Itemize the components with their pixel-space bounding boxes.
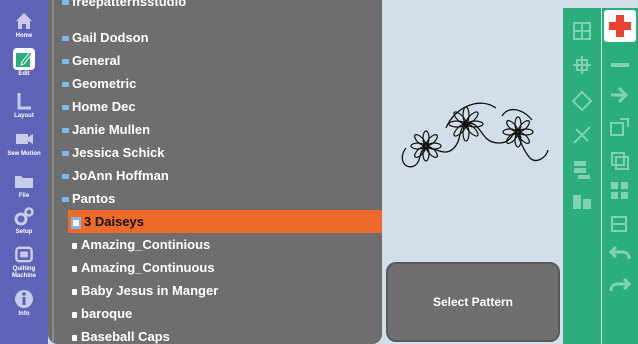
line-tool-button[interactable] <box>607 52 633 78</box>
list-item[interactable]: Amazing_Continious <box>72 233 210 256</box>
list-item[interactable]: Jessica Schick <box>62 141 165 164</box>
nav-setup-label: Setup <box>15 229 33 235</box>
resize-icon <box>610 118 629 136</box>
move-right-button[interactable] <box>607 82 633 108</box>
file-marker-icon <box>72 242 77 249</box>
folder-marker-icon <box>62 151 69 157</box>
list-item[interactable]: freepatternsstudio <box>62 0 186 13</box>
cross-align-icon <box>573 56 591 74</box>
undo-button[interactable] <box>607 240 633 266</box>
daisy-flower-1 <box>410 130 442 162</box>
machine-icon <box>15 246 33 263</box>
nav-quilting-machine-button[interactable]: Quilting Machine <box>4 244 44 280</box>
left-nav: Home Edit Layout Sew Motion File Setup Q… <box>0 0 48 344</box>
grid-resize-tool-button[interactable] <box>607 178 633 204</box>
tool-column-left <box>563 8 601 344</box>
folder-marker-icon <box>62 0 69 6</box>
folder-marker-icon <box>62 174 69 180</box>
nav-file-button[interactable]: File <box>4 170 44 206</box>
nav-layout-label: Layout <box>14 113 34 119</box>
blocks-tool-button[interactable] <box>569 188 595 214</box>
folder-marker-icon <box>62 36 69 42</box>
diamond-tool-icon <box>571 90 593 112</box>
diamond-tool-button[interactable] <box>569 88 595 114</box>
file-marker-icon <box>72 288 77 295</box>
list-item[interactable]: General <box>62 49 120 72</box>
folder-marker-icon <box>62 128 69 134</box>
daisy-flower-2 <box>448 106 484 142</box>
folder-marker-icon <box>62 59 69 65</box>
nav-sew-motion-button[interactable]: Sew Motion <box>4 128 44 164</box>
list-item[interactable]: baroque <box>72 302 132 325</box>
layers-tool-button[interactable] <box>607 212 633 238</box>
list-item[interactable]: Geometric <box>62 72 136 95</box>
redo-icon <box>609 277 632 292</box>
file-marker-icon <box>72 311 77 318</box>
select-pattern-label: Select Pattern <box>432 295 514 309</box>
list-item[interactable]: Gail Dodson <box>62 26 149 49</box>
nav-edit-button[interactable]: Edit <box>4 48 44 84</box>
daisy-pattern-image <box>401 102 549 168</box>
daisy-flower-3 <box>502 116 534 148</box>
layout-icon <box>17 93 31 110</box>
list-item[interactable]: Amazing_Continuous <box>72 256 215 279</box>
nav-sew-motion-label: Sew Motion <box>7 151 41 157</box>
repeat-stack-icon <box>574 161 590 179</box>
info-icon <box>15 290 33 308</box>
nav-info-button[interactable]: Info <box>4 288 44 324</box>
sew-motion-icon <box>16 134 33 144</box>
folder-marker-icon <box>62 105 69 111</box>
nav-file-label: File <box>18 193 30 199</box>
gears-icon <box>14 207 34 226</box>
list-item-selected[interactable]: 3 Daiseys <box>68 210 382 233</box>
list-item[interactable]: Baseball Caps <box>72 325 170 344</box>
redo-button[interactable] <box>607 272 633 298</box>
blocks-icon <box>573 195 591 209</box>
resize-tool-button[interactable] <box>607 114 633 140</box>
home-icon <box>16 13 32 29</box>
line-icon <box>611 63 629 67</box>
grid-tool-button[interactable] <box>569 18 595 44</box>
nav-edit-label: Edit <box>18 71 30 77</box>
align-tool-button[interactable] <box>569 52 595 78</box>
layers-icon <box>611 216 627 232</box>
nav-setup-button[interactable]: Setup <box>4 206 44 242</box>
repeat-tool-button[interactable] <box>569 156 595 182</box>
copy-tool-button[interactable] <box>607 148 633 174</box>
add-pattern-button[interactable] <box>604 10 636 42</box>
folder-marker-icon <box>62 82 69 88</box>
pattern-list[interactable]: freepatternsstudio Gail Dodson General G… <box>52 0 382 344</box>
pattern-preview <box>384 8 560 254</box>
pattern-list-panel[interactable]: freepatternsstudio Gail Dodson General G… <box>48 0 382 344</box>
add-icon <box>609 15 631 37</box>
scissors-icon <box>573 126 591 144</box>
undo-icon <box>608 245 631 260</box>
document-icon <box>71 216 81 229</box>
copy-icon <box>611 152 629 170</box>
edit-icon <box>13 48 35 70</box>
grid-resize-icon <box>611 182 628 199</box>
nav-home-label: Home <box>15 33 33 39</box>
folder-open-marker-icon <box>62 197 69 203</box>
list-item[interactable]: Home Dec <box>62 95 136 118</box>
select-pattern-button[interactable]: Select Pattern <box>386 262 560 342</box>
arrow-right-icon <box>611 86 629 104</box>
nav-quilting-machine-label: Quilting Machine <box>11 266 36 279</box>
list-item-pantos[interactable]: Pantos <box>62 187 115 210</box>
list-item[interactable]: Janie Mullen <box>62 118 150 141</box>
nav-home-button[interactable]: Home <box>4 10 44 46</box>
nav-layout-button[interactable]: Layout <box>4 90 44 126</box>
folder-icon <box>15 176 33 188</box>
tool-column-right <box>602 8 638 344</box>
nav-info-label: Info <box>18 311 30 317</box>
file-marker-icon <box>72 334 77 341</box>
grid-icon <box>573 22 591 40</box>
file-marker-icon <box>72 265 77 272</box>
list-item[interactable]: Baby Jesus in Manger <box>72 279 218 302</box>
cut-tool-button[interactable] <box>569 122 595 148</box>
list-item[interactable]: JoAnn Hoffman <box>62 164 169 187</box>
